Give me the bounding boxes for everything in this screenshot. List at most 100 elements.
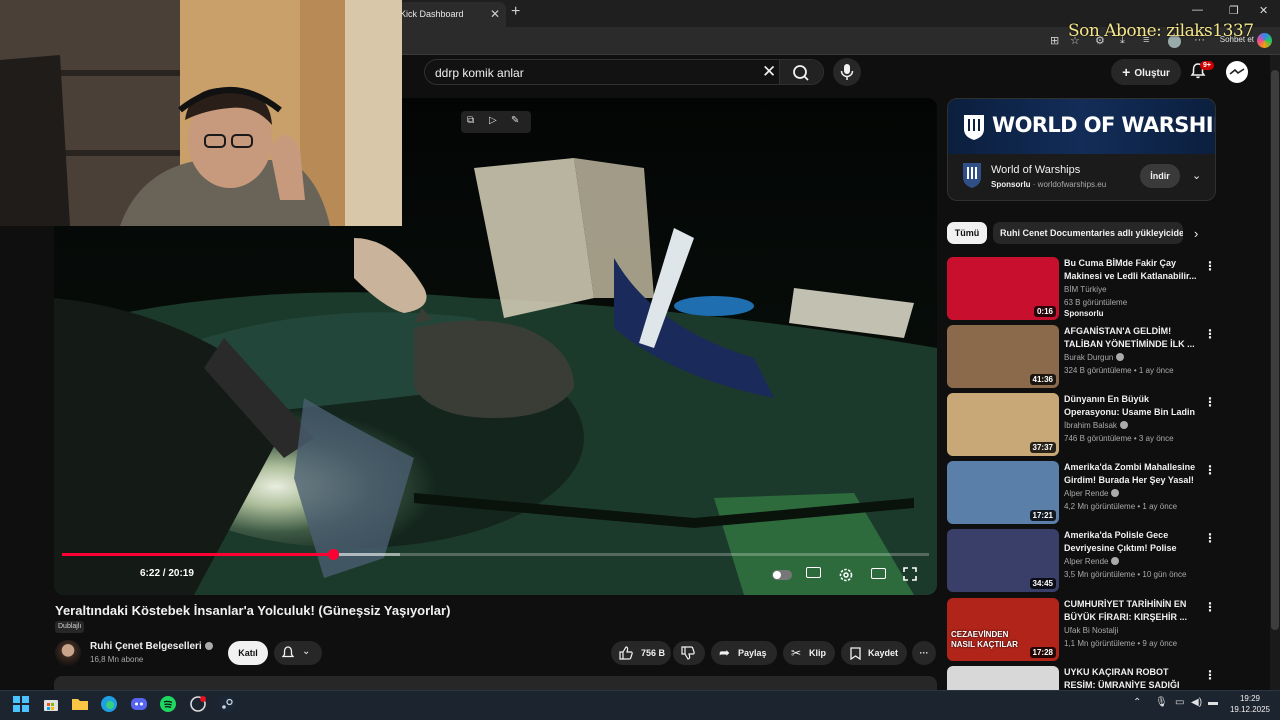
account-avatar[interactable] [1226,61,1248,83]
browser-tab[interactable]: Kick Dashboard ✕ [388,2,506,27]
video-thumbnail[interactable]: 17:21 [947,461,1059,524]
fullscreen-icon[interactable] [903,567,917,581]
verified-badge-icon [1119,421,1128,429]
more-vertical-icon[interactable]: ⋮ [1204,668,1216,682]
chip-uploader[interactable]: Ruhi Cenet Documentaries adlı yükleyicid… [993,222,1183,244]
page-scrollbar-thumb[interactable] [1271,70,1279,630]
search-box[interactable]: ✕ [424,59,824,85]
video-channel[interactable]: BİM Türkiye [1064,285,1107,294]
recommended-video[interactable]: 37:37 Dünyanın En Büyük Operasyonu: Usame… [947,393,1217,457]
video-thumbnail[interactable]: 34:45 [947,529,1059,592]
ad-banner[interactable]: WORLD OF WARSHIPS [948,99,1215,154]
settings-gear-icon[interactable] [838,567,854,583]
microphone-tray-icon[interactable]: 🎙 [1155,697,1168,708]
clip-button[interactable]: ✂ Klip [783,641,835,665]
video-title[interactable]: Bu Cuma BİMde Fakir Çay Makinesi ve Ledl… [1064,257,1197,283]
subtitles-icon[interactable] [806,567,821,578]
restore-icon[interactable]: ❐ [1229,4,1239,17]
video-title[interactable]: Amerika'da Zombi Mahallesine Girdim! Bur… [1064,461,1197,487]
recommended-video[interactable]: UYKU KAÇIRAN ROBOT RESİM: ÜMRANİYE SADIĞ… [947,666,1217,690]
video-thumbnail[interactable]: 37:37 [947,393,1059,456]
clear-search-icon[interactable]: ✕ [762,62,776,82]
channel-name-text: Ruhi Çenet Belgeselleri [90,641,202,652]
recommended-video[interactable]: 34:45 Amerika'da Polisle Gece Devriyesine… [947,529,1217,593]
plus-icon: + [1122,64,1131,80]
save-button[interactable]: Kaydet [841,641,907,665]
like-button[interactable]: 756 B [611,641,671,665]
chip-all[interactable]: Tümü [947,222,987,244]
ad-install-button[interactable]: İndir [1140,164,1180,188]
app-icon[interactable] [189,695,207,713]
more-vertical-icon[interactable]: ⋮ [1204,463,1216,477]
video-channel[interactable]: Burak Durgun [1064,353,1125,362]
create-button[interactable]: + Oluştur [1111,59,1181,85]
volume-tray-icon[interactable]: ◀) [1191,697,1202,708]
more-vertical-icon[interactable]: ⋮ [1204,600,1216,614]
player-overlay-buttons[interactable]: ⧉ ▷ ✎ [461,111,531,133]
close-window-icon[interactable]: ✕ [1259,4,1268,17]
copilot-icon[interactable] [1257,33,1272,48]
recommended-video[interactable]: 17:21 Amerika'da Zombi Mahallesine Girdim… [947,461,1217,525]
video-duration: 34:45 [1029,578,1056,589]
steam-icon[interactable] [218,695,236,713]
new-tab-icon[interactable]: + [511,3,520,21]
notes-icon[interactable]: ✎ [511,115,519,126]
video-duration: 41:36 [1029,374,1056,385]
channel-name[interactable]: Ruhi Çenet Belgeselleri [90,641,213,652]
video-title[interactable]: AFGANİSTAN'A GELDİM! TALİBAN YÖNETİMİNDE… [1064,325,1197,351]
spotify-icon[interactable] [159,695,177,713]
recommended-video[interactable]: 41:36 AFGANİSTAN'A GELDİM! TALİBAN YÖNETİ… [947,325,1217,389]
more-vertical-icon[interactable]: ⋮ [1204,531,1216,545]
sponsored-ad-card[interactable]: WORLD OF WARSHIPS World of Warships Spon… [947,98,1216,201]
dislike-button[interactable] [673,641,705,665]
search-button[interactable] [779,60,823,84]
store-icon[interactable] [42,695,60,713]
video-thumbnail[interactable] [947,666,1059,690]
video-title[interactable]: UYKU KAÇIRAN ROBOT RESİM: ÜMRANİYE SADIĞ… [1064,666,1197,690]
network-icon[interactable]: ▭ [1175,697,1184,708]
video-channel[interactable]: Ufak Bi Nostalji [1064,626,1118,635]
expand-chevron-icon[interactable]: ⌄ [1192,169,1201,182]
join-button[interactable]: Katıl [228,641,268,665]
description-box[interactable] [54,676,937,690]
share-button[interactable]: ➦ Paylaş [711,641,777,665]
search-input[interactable] [435,60,755,84]
more-vertical-icon[interactable]: ⋮ [1204,259,1216,273]
video-channel-name: Alper Rende [1064,489,1109,498]
video-channel[interactable]: Alper Rende [1064,557,1120,566]
video-thumbnail[interactable]: 41:36 [947,325,1059,388]
subscribed-bell-icon [281,646,295,658]
system-clock[interactable]: 19:29 19.12.2025 [1224,693,1276,715]
video-duration: 17:28 [1029,647,1056,658]
recommended-video[interactable]: CEZAEVİNDEN NASIL KAÇTILAR 17:28 CUMHURİYE… [947,598,1217,662]
windows-start-icon[interactable] [12,695,30,713]
app-available-icon[interactable]: ⊞ [1050,34,1059,47]
video-title[interactable]: Amerika'da Polisle Gece Devriyesine Çıkt… [1064,529,1197,555]
edge-browser-icon[interactable] [100,695,118,713]
video-title[interactable]: CUMHURİYET TARİHİNİN EN BÜYÜK FİRARI: KI… [1064,598,1197,624]
video-channel[interactable]: İbrahim Balsak [1064,421,1128,430]
file-explorer-icon[interactable] [71,695,89,713]
hidden-icons-chevron[interactable]: ⌃ [1133,697,1141,708]
video-progress-bar[interactable] [62,549,929,560]
discord-icon[interactable] [130,695,148,713]
video-thumbnail[interactable]: CEZAEVİNDEN NASIL KAÇTILAR 17:28 [947,598,1059,661]
voice-search-button[interactable] [833,58,861,86]
miniplayer-icon[interactable]: ⧉ [467,115,474,126]
close-tab-icon[interactable]: ✕ [490,2,500,27]
video-thumbnail[interactable]: 0:16 [947,257,1059,320]
battery-icon[interactable]: ▬ [1208,697,1218,708]
more-vertical-icon[interactable]: ⋮ [1204,395,1216,409]
minimize-icon[interactable]: — [1192,4,1203,16]
video-channel[interactable]: Alper Rende [1064,489,1120,498]
more-actions-button[interactable]: ··· [912,641,936,665]
chevron-right-icon[interactable]: › [1194,226,1198,241]
more-vertical-icon[interactable]: ⋮ [1204,327,1216,341]
autoplay-toggle[interactable] [772,570,792,580]
recommended-video[interactable]: 0:16 Bu Cuma BİMde Fakir Çay Makinesi ve … [947,257,1217,321]
video-title[interactable]: Dünyanın En Büyük Operasyonu: Usame Bin … [1064,393,1197,419]
channel-avatar[interactable] [55,640,81,666]
playlist-add-icon[interactable]: ▷ [489,115,497,126]
theater-mode-icon[interactable] [871,568,886,579]
subscription-bell-button[interactable]: ⌄ [274,641,322,665]
